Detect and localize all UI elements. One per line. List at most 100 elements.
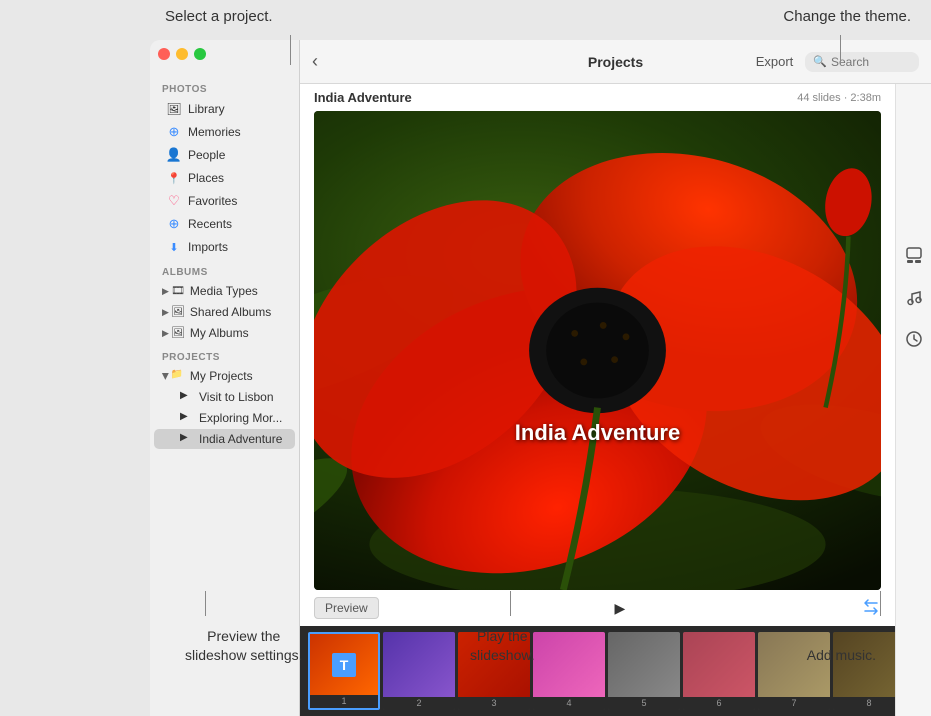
sidebar-group-media-types[interactable]: ▶ 🎞 Media Types	[154, 281, 295, 301]
sidebar-item-people[interactable]: 👤 People	[154, 144, 295, 166]
sidebar-item-label: Visit to Lisbon	[199, 390, 274, 404]
search-input[interactable]	[831, 55, 911, 69]
change-theme-tooltip: Change the theme.	[783, 8, 911, 25]
sidebar-group-shared-albums[interactable]: ▶ 🖼 Shared Albums	[154, 302, 295, 322]
project-meta: 44 slides · 2:38m	[797, 92, 881, 104]
chevron-right-icon: ▶	[162, 307, 169, 318]
sidebar-item-imports[interactable]: ⬇ Imports	[154, 236, 295, 258]
sidebar-item-places[interactable]: 📍 Places	[154, 167, 295, 189]
sidebar-group-label: My Projects	[190, 369, 253, 383]
photos-section-label: Photos	[150, 76, 299, 97]
sidebar-group-my-albums[interactable]: ▶ 🖼 My Albums	[154, 323, 295, 343]
filmstrip[interactable]: T 1 2 3 4 5 6	[300, 626, 895, 716]
export-button[interactable]: Export	[756, 54, 794, 69]
sidebar-item-label: Favorites	[188, 194, 237, 208]
sidebar-item-visit-to-lisbon[interactable]: ▶ Visit to Lisbon	[154, 387, 295, 407]
sidebar-item-exploring-mor[interactable]: ▶ Exploring Mor...	[154, 408, 295, 428]
my-albums-icon: 🖼	[171, 326, 185, 340]
clock-icon[interactable]	[903, 328, 925, 350]
sidebar-item-favorites[interactable]: ♡ Favorites	[154, 190, 295, 212]
content-area: India Adventure 44 slides · 2:38m	[300, 84, 931, 716]
slide-thumbnail-6	[683, 632, 755, 697]
slide-number-7: 7	[758, 697, 830, 710]
slide-main-title: India Adventure	[515, 420, 680, 446]
slideshow-area: India Adventure 44 slides · 2:38m	[300, 84, 895, 626]
slide-number-1: 1	[310, 695, 378, 708]
places-icon: 📍	[166, 170, 182, 186]
recents-icon: ⊕	[166, 216, 182, 232]
film-slide-3[interactable]: 3	[458, 632, 530, 710]
repeat-button[interactable]	[861, 597, 881, 620]
back-button[interactable]: ‹	[312, 51, 318, 72]
sidebar-item-recents[interactable]: ⊕ Recents	[154, 213, 295, 235]
layout-icon[interactable]	[903, 244, 925, 266]
favorites-icon: ♡	[166, 193, 182, 209]
slide-number-6: 6	[683, 697, 755, 710]
slide-number-4: 4	[533, 697, 605, 710]
right-panel	[895, 84, 931, 716]
film-slide-1[interactable]: T 1	[308, 632, 380, 710]
media-types-icon: 🎞	[171, 284, 185, 298]
projects-section-label: Projects	[150, 344, 299, 365]
my-projects-icon: 📁	[171, 369, 185, 383]
project-name: India Adventure	[314, 90, 412, 105]
film-slide-8[interactable]: 8	[833, 632, 895, 710]
sidebar-item-label: India Adventure	[199, 432, 282, 446]
search-icon: 🔍	[813, 55, 827, 68]
sidebar-item-label: Library	[188, 102, 225, 116]
sidebar-group-label: My Albums	[190, 326, 249, 340]
bottom-controls: Preview ▶	[300, 590, 895, 626]
film-slide-7[interactable]: 7	[758, 632, 830, 710]
slide-number-8: 8	[833, 697, 895, 710]
albums-section-label: Albums	[150, 259, 299, 280]
toolbar: ‹ Projects Export 🔍	[300, 40, 931, 84]
imports-icon: ⬇	[166, 239, 182, 255]
people-icon: 👤	[166, 147, 182, 163]
slide-number-2: 2	[383, 697, 455, 710]
sidebar-group-label: Media Types	[190, 284, 258, 298]
slide-number-5: 5	[608, 697, 680, 710]
slideshow-icon: ▶	[180, 411, 194, 425]
close-button[interactable]	[158, 48, 170, 60]
sidebar-item-label: Exploring Mor...	[199, 411, 282, 425]
library-icon: 🖼	[166, 101, 182, 117]
sidebar-item-memories[interactable]: ⊕ Memories	[154, 121, 295, 143]
traffic-lights	[158, 48, 206, 60]
sidebar-item-india-adventure[interactable]: ▶ India Adventure	[154, 429, 295, 449]
film-slide-2[interactable]: 2	[383, 632, 455, 710]
music-icon[interactable]	[903, 286, 925, 308]
maximize-button[interactable]	[194, 48, 206, 60]
sidebar-group-my-projects[interactable]: ▶ 📁 My Projects	[154, 366, 295, 386]
sidebar-item-library[interactable]: 🖼 Library	[154, 98, 295, 120]
film-slide-6[interactable]: 6	[683, 632, 755, 710]
memories-icon: ⊕	[166, 124, 182, 140]
slide-thumbnail-4	[533, 632, 605, 697]
project-header: India Adventure 44 slides · 2:38m	[300, 84, 895, 111]
film-slide-5[interactable]: 5	[608, 632, 680, 710]
search-box[interactable]: 🔍	[805, 52, 919, 72]
slide-thumbnail-3	[458, 632, 530, 697]
slide-thumbnail-5	[608, 632, 680, 697]
sidebar-group-label: Shared Albums	[190, 305, 271, 319]
toolbar-right: Export 🔍	[756, 52, 919, 72]
slideshow-icon: ▶	[180, 390, 194, 404]
slide-number-3: 3	[458, 697, 530, 710]
sidebar-item-label: Places	[188, 171, 224, 185]
shared-albums-icon: 🖼	[171, 305, 185, 319]
main-image: India Adventure	[314, 111, 881, 590]
slideshow-icon: ▶	[180, 432, 194, 446]
preview-button[interactable]: Preview	[314, 597, 379, 619]
chevron-right-icon: ▶	[162, 328, 169, 339]
minimize-button[interactable]	[176, 48, 188, 60]
play-button[interactable]: ▶	[608, 596, 632, 620]
sidebar-item-label: Memories	[188, 125, 241, 139]
main-content: ‹ Projects Export 🔍	[300, 40, 931, 716]
slide-thumbnail-7	[758, 632, 830, 697]
slide-thumbnail-8	[833, 632, 895, 697]
sidebar-item-label: Imports	[188, 240, 228, 254]
slide-thumbnail-2	[383, 632, 455, 697]
select-project-tooltip: Select a project.	[165, 8, 273, 25]
film-slide-4[interactable]: 4	[533, 632, 605, 710]
chevron-down-icon: ▶	[160, 373, 171, 380]
slide-thumbnail-1: T	[310, 634, 378, 695]
